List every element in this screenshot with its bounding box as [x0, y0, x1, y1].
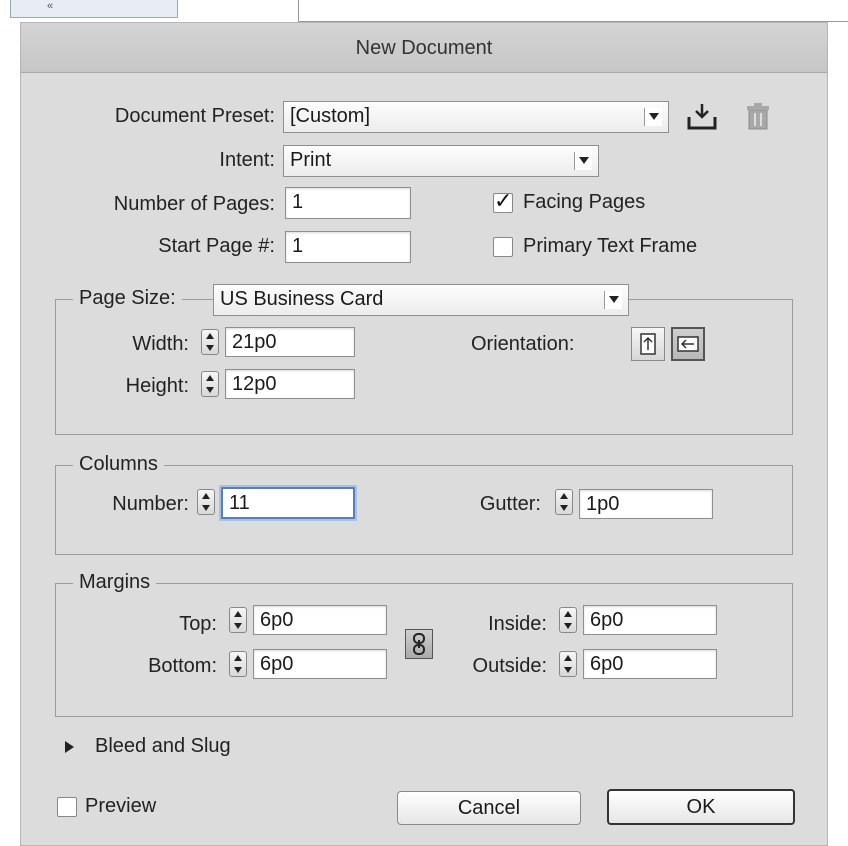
columns-number-input[interactable]: 11 — [221, 487, 355, 519]
bottom-margin-stepper[interactable] — [229, 651, 247, 677]
document-preset-value: [Custom] — [290, 105, 371, 127]
checkmark-icon: ✓ — [494, 188, 513, 213]
document-preset-select[interactable]: [Custom] — [283, 101, 669, 133]
number-of-pages-label: Number of Pages: — [113, 193, 275, 215]
gutter-label: Gutter: — [479, 493, 541, 515]
width-label: Width: — [132, 333, 189, 355]
save-preset-icon[interactable] — [685, 101, 719, 131]
trash-icon[interactable] — [745, 103, 771, 131]
outside-margin-stepper[interactable] — [559, 651, 577, 677]
page-size-label: Page Size: — [73, 287, 182, 310]
page-size-group — [55, 299, 793, 435]
orientation-label: Orientation: — [471, 333, 575, 355]
columns-number-stepper[interactable] — [197, 489, 215, 515]
bottom-margin-input[interactable]: 6p0 — [253, 649, 387, 679]
background-field: « — [10, 0, 178, 18]
background-field-wide — [298, 0, 848, 22]
inside-margin-stepper[interactable] — [559, 607, 577, 633]
start-page-label: Start Page #: — [158, 235, 275, 257]
height-input[interactable]: 12p0 — [225, 369, 355, 399]
primary-text-frame-checkbox[interactable] — [493, 237, 513, 257]
gutter-input[interactable]: 1p0 — [579, 489, 713, 519]
inside-margin-input[interactable]: 6p0 — [583, 605, 717, 635]
margins-label: Margins — [73, 571, 157, 594]
bleed-and-slug-label[interactable]: Bleed and Slug — [95, 735, 231, 758]
intent-value: Print — [290, 149, 332, 171]
dialog-title: New Document — [355, 37, 493, 59]
top-margin-stepper[interactable] — [229, 607, 247, 633]
landscape-icon — [677, 336, 699, 352]
portrait-icon — [640, 333, 656, 355]
preview-label: Preview — [85, 795, 157, 817]
intent-label: Intent: — [219, 149, 275, 171]
page-size-value: US Business Card — [220, 288, 384, 310]
gutter-stepper[interactable] — [555, 489, 573, 515]
width-input[interactable]: 21p0 — [225, 327, 355, 357]
intent-select[interactable]: Print — [283, 145, 599, 177]
chevron-down-icon — [644, 108, 662, 126]
primary-text-frame-label: Primary Text Frame — [523, 235, 698, 257]
chevron-down-icon — [574, 152, 592, 170]
top-margin-label: Top: — [179, 613, 217, 635]
outside-margin-input[interactable]: 6p0 — [583, 649, 717, 679]
start-page-input[interactable]: 1 — [285, 231, 411, 263]
page-size-select[interactable]: US Business Card — [213, 284, 629, 316]
portrait-orientation-button[interactable] — [631, 327, 665, 361]
columns-label: Columns — [73, 453, 164, 476]
new-document-dialog: New Document Document Preset: [Custom] I… — [20, 22, 828, 846]
inside-margin-label: Inside: — [488, 613, 547, 635]
landscape-orientation-button[interactable] — [671, 327, 705, 361]
top-margin-input[interactable]: 6p0 — [253, 605, 387, 635]
chevron-down-icon — [604, 291, 622, 309]
dialog-titlebar[interactable]: New Document — [21, 23, 827, 73]
disclosure-triangle-icon[interactable] — [65, 741, 74, 753]
height-label: Height: — [125, 375, 189, 397]
columns-number-label: Number: — [112, 493, 189, 515]
width-stepper[interactable] — [201, 329, 219, 355]
bottom-margin-label: Bottom: — [148, 655, 217, 677]
preview-checkbox[interactable] — [57, 797, 77, 817]
outside-margin-label: Outside: — [472, 655, 547, 677]
document-preset-label: Document Preset: — [114, 105, 275, 127]
cancel-button[interactable]: Cancel — [397, 791, 581, 825]
background-mark: « — [47, 0, 54, 12]
number-of-pages-input[interactable]: 1 — [285, 187, 411, 219]
facing-pages-label: Facing Pages — [523, 191, 646, 213]
ok-button[interactable]: OK — [607, 789, 795, 825]
facing-pages-checkbox[interactable]: ✓ — [493, 188, 513, 213]
height-stepper[interactable] — [201, 371, 219, 397]
